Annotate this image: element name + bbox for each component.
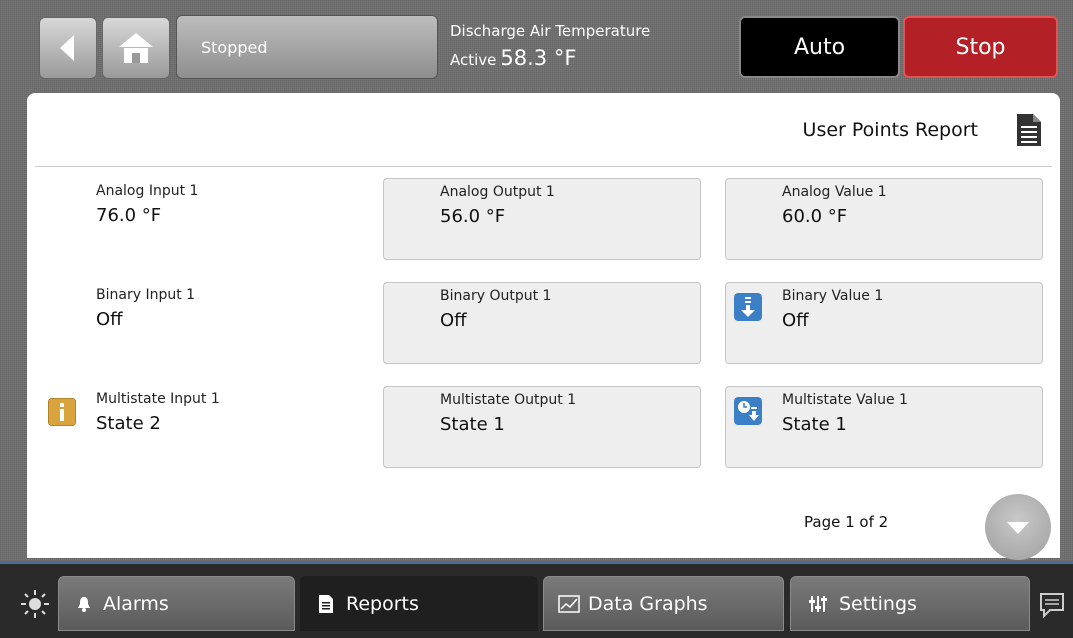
- brightness-icon[interactable]: [20, 589, 50, 619]
- point-value: 56.0 °F: [440, 206, 506, 227]
- graph-icon: [558, 594, 580, 613]
- point-tile[interactable]: Multistate Input 1 State 2: [40, 386, 358, 468]
- bell-icon: [77, 596, 91, 612]
- home-button[interactable]: [102, 17, 170, 79]
- point-tile[interactable]: Analog Input 1 76.0 °F: [40, 178, 358, 260]
- tab-alarms[interactable]: Alarms: [58, 576, 295, 631]
- tab-label: Reports: [346, 592, 419, 615]
- back-button[interactable]: [39, 17, 97, 79]
- point-name: Multistate Output 1: [440, 392, 577, 408]
- nav-separator: [0, 561, 1073, 564]
- chevron-down-icon: [1007, 522, 1029, 534]
- tab-label: Settings: [839, 592, 917, 615]
- point-value: Off: [440, 310, 467, 331]
- report-panel: User Points Report Analog Input 1 76.0 °…: [27, 93, 1060, 560]
- point-tile[interactable]: Binary Output 1 Off: [383, 282, 701, 364]
- point-value: 58.3 °F: [500, 46, 577, 70]
- point-value: State 1: [782, 414, 847, 435]
- status-display[interactable]: Stopped: [176, 15, 438, 79]
- auto-button[interactable]: Auto: [739, 16, 900, 78]
- tab-data-graphs[interactable]: Data Graphs: [543, 576, 784, 631]
- point-name: Analog Output 1: [440, 184, 555, 200]
- point-tile[interactable]: Binary Value 1 Off: [725, 282, 1043, 364]
- point-name: Multistate Value 1: [782, 392, 908, 408]
- point-state: Active: [450, 51, 497, 69]
- schedule-override-icon: [734, 397, 762, 425]
- tab-reports[interactable]: Reports: [300, 576, 538, 631]
- home-icon: [119, 33, 153, 63]
- point-value: State 2: [96, 413, 161, 434]
- tab-label: Data Graphs: [588, 592, 708, 615]
- tab-settings[interactable]: Settings: [790, 576, 1030, 631]
- page-indicator: Page 1 of 2: [804, 513, 889, 531]
- point-name: Binary Output 1: [440, 288, 552, 304]
- back-arrow-icon: [60, 35, 74, 61]
- point-name: Analog Value 1: [782, 184, 887, 200]
- point-readout: Active 58.3 °F: [450, 46, 576, 70]
- point-name: Binary Input 1: [96, 287, 196, 303]
- page-down-button[interactable]: [985, 494, 1051, 560]
- point-label: Discharge Air Temperature: [450, 22, 651, 40]
- point-value: 76.0 °F: [96, 205, 162, 226]
- point-name: Binary Value 1: [782, 288, 884, 304]
- report-document-icon[interactable]: [1016, 113, 1042, 147]
- divider: [35, 166, 1052, 167]
- point-name: Analog Input 1: [96, 183, 199, 199]
- sliders-icon: [809, 595, 827, 613]
- tab-label: Alarms: [103, 592, 169, 615]
- point-tile[interactable]: Analog Output 1 56.0 °F: [383, 178, 701, 260]
- point-value: Off: [782, 310, 809, 331]
- point-tile[interactable]: Multistate Output 1 State 1: [383, 386, 701, 468]
- stop-button[interactable]: Stop: [903, 16, 1058, 78]
- override-down-icon: [734, 293, 762, 321]
- point-value: State 1: [440, 414, 505, 435]
- point-value: 60.0 °F: [782, 206, 848, 227]
- point-value: Off: [96, 309, 123, 330]
- point-tile[interactable]: Binary Input 1 Off: [40, 282, 358, 364]
- point-name: Multistate Input 1: [96, 391, 220, 407]
- point-tile[interactable]: Multistate Value 1 State 1: [725, 386, 1043, 468]
- report-title: User Points Report: [802, 119, 978, 141]
- report-icon: [318, 594, 334, 614]
- info-icon: [48, 398, 76, 426]
- point-tile[interactable]: Analog Value 1 60.0 °F: [725, 178, 1043, 260]
- chat-icon[interactable]: [1038, 591, 1066, 619]
